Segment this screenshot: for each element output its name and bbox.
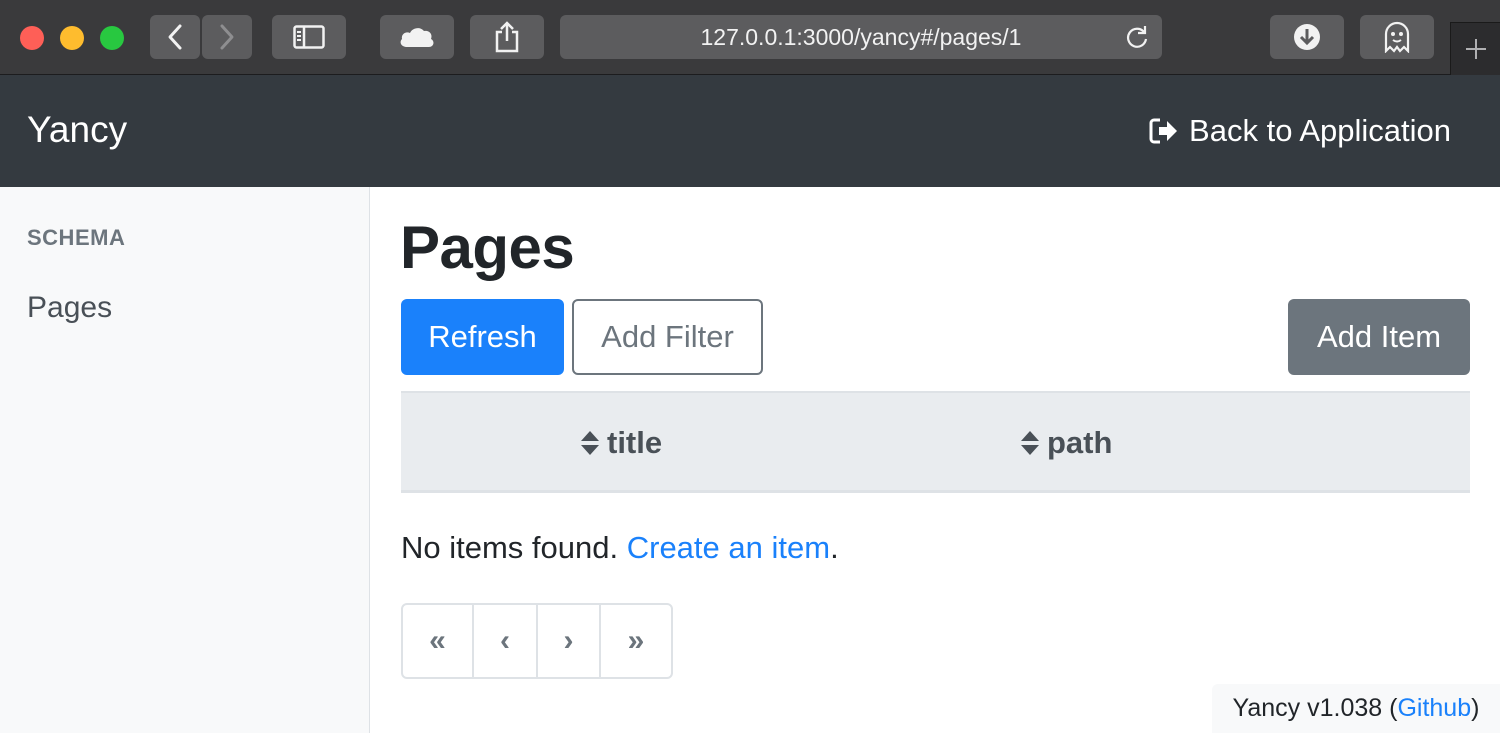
add-item-button[interactable]: Add Item	[1288, 299, 1470, 375]
refresh-button[interactable]: Refresh	[401, 299, 564, 375]
brand-link[interactable]: Yancy	[27, 109, 127, 151]
table-header: title path	[401, 391, 1470, 493]
sort-icon	[1021, 431, 1039, 455]
last-page-button[interactable]: »	[601, 605, 671, 677]
browser-toolbar: 127.0.0.1:3000/yancy#/pages/1	[0, 0, 1500, 75]
forward-button[interactable]	[202, 15, 252, 59]
version-footer: Yancy v1.038 (Github)	[1212, 684, 1500, 733]
app-navbar: Yancy Back to Application	[0, 75, 1500, 187]
sidebar-item-pages[interactable]: Pages	[27, 291, 112, 325]
close-paren-text: )	[1471, 694, 1480, 722]
create-item-link[interactable]: Create an item	[627, 530, 830, 565]
sidebar: SCHEMA Pages	[0, 187, 370, 733]
github-link[interactable]: Github	[1397, 694, 1471, 723]
address-bar[interactable]: 127.0.0.1:3000/yancy#/pages/1	[560, 15, 1162, 59]
extension-button[interactable]	[1360, 15, 1434, 59]
plus-icon	[1465, 39, 1486, 59]
share-button[interactable]	[470, 15, 544, 59]
column-header-label: path	[1047, 425, 1113, 460]
empty-message: No items found. Create an item.	[401, 530, 839, 566]
column-header-title[interactable]: title	[580, 425, 662, 461]
back-to-application-label: Back to Application	[1189, 113, 1451, 148]
sort-icon	[581, 431, 599, 455]
no-items-text: No items found.	[401, 530, 619, 565]
chevron-left-icon	[168, 24, 182, 50]
sidebar-heading: SCHEMA	[27, 225, 126, 250]
previous-page-button[interactable]: ‹	[474, 605, 538, 677]
period-text: .	[830, 530, 839, 565]
cloud-icon	[400, 28, 434, 47]
reload-icon[interactable]	[1124, 24, 1150, 50]
ghost-icon	[1384, 21, 1410, 53]
download-icon	[1294, 24, 1320, 50]
sidebar-icon	[293, 25, 325, 49]
add-filter-button[interactable]: Add Filter	[572, 299, 763, 375]
downloads-button[interactable]	[1270, 15, 1344, 59]
column-header-path[interactable]: path	[1020, 425, 1112, 461]
new-tab-button[interactable]	[1450, 22, 1500, 75]
sign-out-icon	[1149, 118, 1178, 144]
version-text: Yancy v1.038 (	[1232, 694, 1398, 722]
share-icon	[495, 21, 519, 53]
back-to-application-link[interactable]: Back to Application	[1149, 113, 1451, 149]
close-window-button[interactable]	[20, 26, 44, 50]
icloud-tabs-button[interactable]	[380, 15, 454, 59]
page-title: Pages	[400, 214, 575, 281]
url-text: 127.0.0.1:3000/yancy#/pages/1	[700, 23, 1022, 50]
column-header-label: title	[607, 425, 663, 460]
first-page-button[interactable]: «	[403, 605, 474, 677]
zoom-window-button[interactable]	[100, 26, 124, 50]
minimize-window-button[interactable]	[60, 26, 84, 50]
back-button[interactable]	[150, 15, 200, 59]
sidebar-toggle-button[interactable]	[272, 15, 346, 59]
next-page-button[interactable]: ›	[538, 605, 601, 677]
chevron-right-icon	[220, 24, 234, 50]
pagination: « ‹ › »	[401, 603, 673, 679]
